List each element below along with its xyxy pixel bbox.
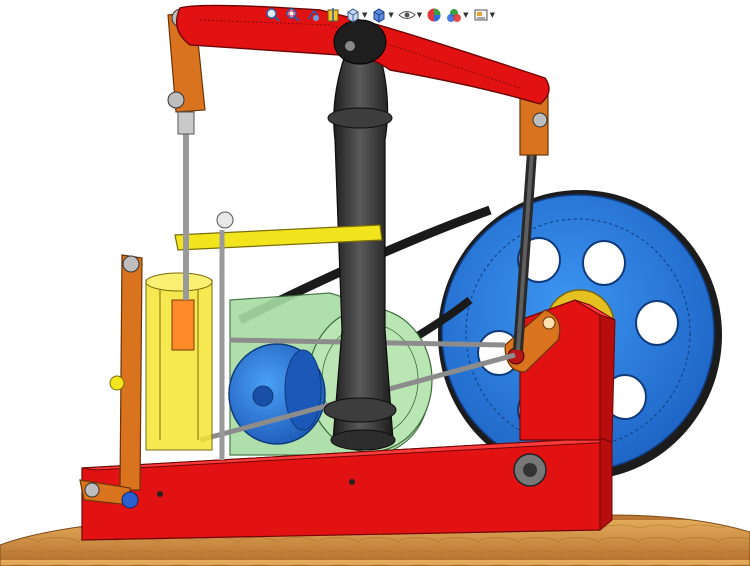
display-style-icon — [373, 8, 385, 23]
section-view-button[interactable] — [324, 4, 342, 26]
hide-show-items-icon — [398, 11, 416, 19]
chevron-down-icon: ▼ — [362, 10, 368, 19]
engine-base[interactable] — [81, 437, 613, 541]
view-orientation-button[interactable]: ▼ — [344, 4, 368, 26]
view-orientation-icon — [347, 8, 359, 23]
previous-view-icon — [307, 9, 319, 21]
view-settings-button[interactable]: ▼ — [472, 4, 496, 26]
zoom-to-area-icon — [286, 8, 300, 22]
previous-view-button[interactable] — [304, 4, 322, 26]
edit-appearance-icon — [427, 8, 441, 22]
apply-scene-icon — [447, 9, 462, 22]
edit-appearance-button[interactable] — [425, 4, 443, 26]
hide-show-items-button[interactable]: ▼ — [397, 4, 423, 26]
steam-cylinder[interactable] — [145, 272, 213, 451]
handle-knob[interactable] — [109, 375, 125, 391]
section-view-icon — [327, 8, 339, 22]
view-settings-icon — [474, 9, 488, 21]
chevron-down-icon: ▼ — [388, 10, 394, 19]
heads-up-view-toolbar: ▼ ▼ ▼ ▼ ▼ — [264, 3, 496, 27]
zoom-to-fit-icon — [266, 8, 280, 22]
display-style-button[interactable]: ▼ — [370, 4, 394, 26]
chevron-down-icon: ▼ — [416, 10, 423, 19]
graphics-area[interactable] — [0, 0, 750, 566]
apply-scene-button[interactable]: ▼ — [445, 4, 469, 26]
zoom-to-fit-button[interactable] — [264, 4, 282, 26]
chevron-down-icon: ▼ — [463, 10, 469, 19]
chevron-down-icon: ▼ — [489, 10, 495, 19]
zoom-to-area-button[interactable] — [284, 4, 302, 26]
